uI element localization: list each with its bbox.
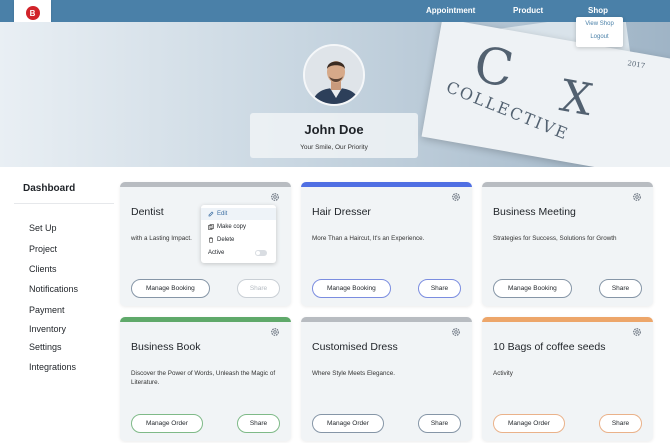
profile-card: John Doe Your Smile, Our Priority <box>250 113 418 158</box>
gear-icon[interactable] <box>270 327 280 337</box>
service-card-business-book[interactable]: Business Book Discover the Power of Word… <box>120 317 291 441</box>
service-card-business-meeting[interactable]: Business Meeting Strategies for Success,… <box>482 182 653 306</box>
manage-order-button[interactable]: Manage Order <box>493 414 565 433</box>
sidebar-item-setup[interactable]: Set Up <box>29 223 57 233</box>
card-color-bar <box>482 317 653 322</box>
card-context-menu: Edit Make copy Delete Active <box>201 205 276 263</box>
service-card-hair-dresser[interactable]: Hair Dresser More Than a Haircut, It's a… <box>301 182 472 306</box>
pencil-icon <box>208 211 214 217</box>
shop-menu-view-shop[interactable]: View Shop <box>576 21 623 27</box>
profile-name: John Doe <box>304 122 364 137</box>
nav-link-product[interactable]: Product <box>513 6 543 15</box>
share-button[interactable]: Share <box>237 414 280 433</box>
magazine-letter-x: X <box>556 70 597 127</box>
sidebar-item-settings[interactable]: Settings <box>29 342 62 352</box>
card-title: Hair Dresser <box>312 206 371 218</box>
menu-item-label: Delete <box>217 237 235 243</box>
sidebar-item-integrations[interactable]: Integrations <box>29 362 76 372</box>
magazine-year: 2017 <box>626 59 646 71</box>
sidebar-item-payment[interactable]: Payment <box>29 305 65 315</box>
sidebar-item-notifications[interactable]: Notifications <box>29 284 78 294</box>
menu-item-active[interactable]: Active <box>201 247 276 259</box>
sidebar-item-inventory[interactable]: Inventory <box>29 324 66 334</box>
gear-icon[interactable] <box>451 192 461 202</box>
menu-item-label: Active <box>208 250 225 256</box>
nav-link-shop[interactable]: Shop <box>588 6 608 15</box>
service-card-customised-dress[interactable]: Customised Dress Where Style Meets Elega… <box>301 317 472 441</box>
service-card-coffee-seeds[interactable]: 10 Bags of coffee seeds Activity Manage … <box>482 317 653 441</box>
share-button[interactable]: Share <box>237 279 280 298</box>
card-color-bar <box>301 317 472 322</box>
magazine-decor: C X COLLECTIVE 2017 <box>421 22 670 167</box>
top-nav: B Appointment Product Shop <box>0 0 670 26</box>
card-subtitle: Strategies for Success, Solutions for Gr… <box>493 235 617 242</box>
card-color-bar <box>301 182 472 187</box>
card-title: Business Book <box>131 341 201 353</box>
gear-icon[interactable] <box>632 192 642 202</box>
gear-icon[interactable] <box>270 192 280 202</box>
card-subtitle: Discover the Power of Words, Unleash the… <box>131 370 276 386</box>
sidebar-item-clients[interactable]: Clients <box>29 264 57 274</box>
card-color-bar <box>120 182 291 187</box>
trash-icon <box>209 237 213 243</box>
menu-item-label: Make copy <box>217 224 247 230</box>
card-color-bar <box>482 182 653 187</box>
menu-item-make-copy[interactable]: Make copy <box>201 221 276 233</box>
card-title: Dentist <box>131 206 164 218</box>
card-title: 10 Bags of coffee seeds <box>493 341 606 353</box>
menu-item-label: Edit <box>217 211 228 217</box>
share-button[interactable]: Share <box>418 414 461 433</box>
gear-icon[interactable] <box>451 327 461 337</box>
copy-icon <box>208 224 214 230</box>
manage-booking-button[interactable]: Manage Booking <box>131 279 210 298</box>
card-subtitle: More Than a Haircut, It's an Experience. <box>312 235 425 242</box>
card-color-bar <box>120 317 291 322</box>
profile-tagline: Your Smile, Our Priority <box>300 144 368 151</box>
card-subtitle: Activity <box>493 370 513 377</box>
card-title: Business Meeting <box>493 206 576 218</box>
share-button[interactable]: Share <box>599 414 642 433</box>
gear-icon[interactable] <box>632 327 642 337</box>
share-button[interactable]: Share <box>418 279 461 298</box>
menu-item-delete[interactable]: Delete <box>201 234 276 246</box>
manage-booking-button[interactable]: Manage Booking <box>493 279 572 298</box>
card-title: Customised Dress <box>312 341 398 353</box>
card-subtitle: Where Style Meets Elegance. <box>312 370 395 377</box>
manage-order-button[interactable]: Manage Order <box>131 414 203 433</box>
share-button[interactable]: Share <box>599 279 642 298</box>
menu-item-edit[interactable]: Edit <box>201 208 276 220</box>
sidebar-title[interactable]: Dashboard <box>23 183 75 194</box>
shop-dropdown: View Shop Logout <box>576 17 623 47</box>
logo-badge: B <box>25 6 40 20</box>
shop-menu-logout[interactable]: Logout <box>576 34 623 40</box>
active-toggle[interactable] <box>255 250 267 256</box>
sidebar-divider <box>14 203 114 204</box>
manage-order-button[interactable]: Manage Order <box>312 414 384 433</box>
nav-link-appointment[interactable]: Appointment <box>426 6 475 15</box>
manage-booking-button[interactable]: Manage Booking <box>312 279 391 298</box>
sidebar-item-project[interactable]: Project <box>29 244 57 254</box>
profile-avatar[interactable] <box>303 44 365 106</box>
